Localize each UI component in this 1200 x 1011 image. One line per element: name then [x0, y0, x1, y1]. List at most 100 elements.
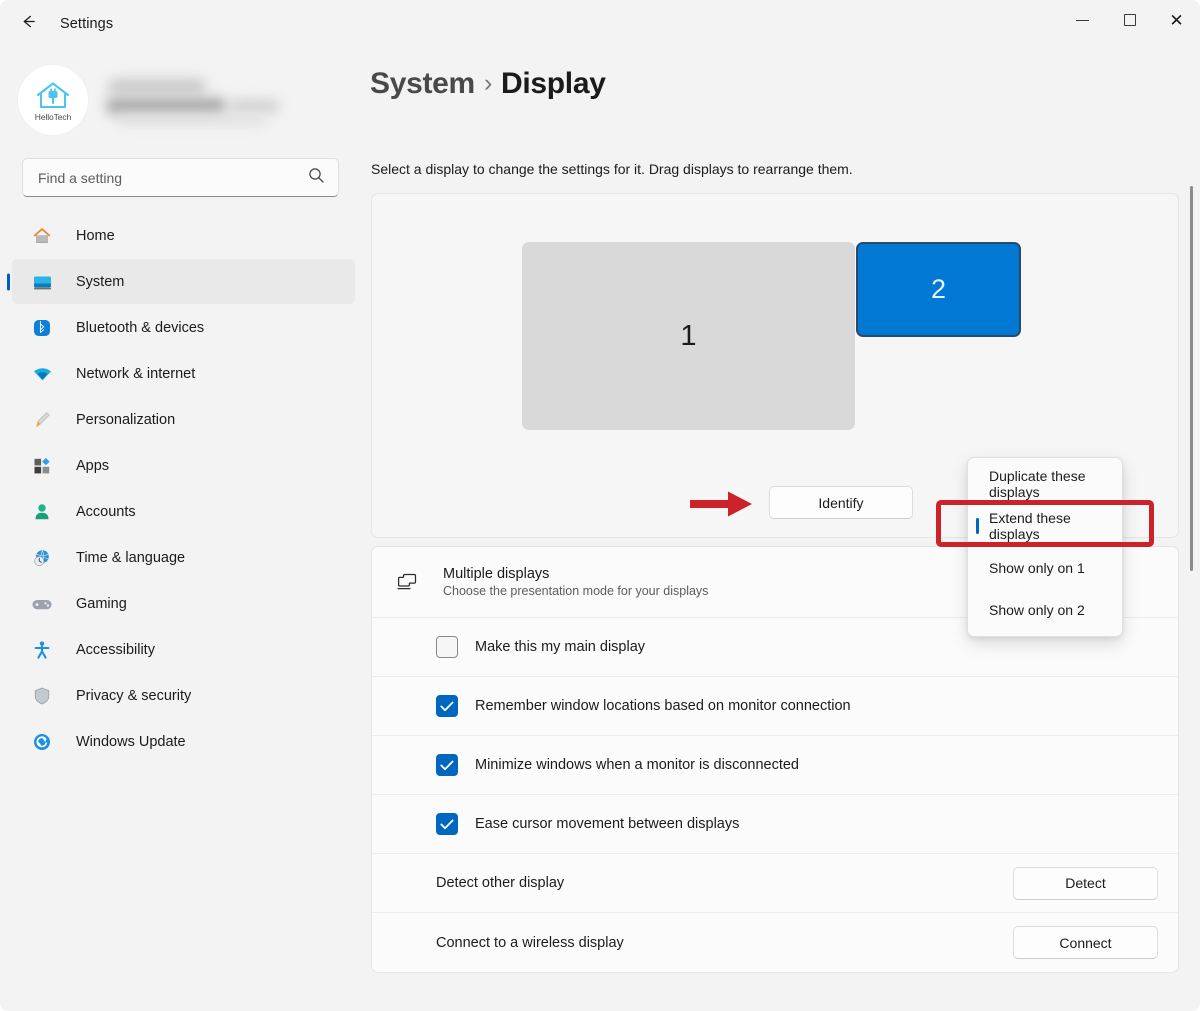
settings-window: Settings ✕	[0, 0, 1200, 1011]
detect-other-display-label: Detect other display	[436, 875, 1013, 891]
window-title: Settings	[60, 16, 113, 32]
minimize-icon	[1076, 20, 1089, 21]
breadcrumb-parent[interactable]: System	[370, 67, 475, 100]
red-arrow-annotation	[690, 490, 756, 518]
avatar-brand-label: HelloTech	[35, 112, 71, 122]
sidebar-item-label: Accessibility	[76, 642, 155, 658]
multiple-monitors-icon	[389, 571, 427, 593]
monitor-number: 1	[680, 320, 696, 353]
sidebar-item-accessibility[interactable]: Accessibility	[12, 627, 355, 672]
dropdown-item-show-only-on-1[interactable]: Show only on 1	[968, 547, 1122, 589]
detect-other-display-row: Detect other display Detect	[372, 854, 1178, 913]
identify-button[interactable]: Identify	[769, 486, 913, 519]
accessibility-icon	[30, 639, 54, 661]
monitor-thumbnail-1[interactable]: 1	[522, 242, 855, 430]
sidebar: HelloTech	[0, 48, 360, 1011]
page-title: Display	[501, 67, 606, 100]
checkbox-row-minimize-windows[interactable]: Minimize windows when a monitor is disco…	[372, 736, 1178, 795]
multiple-displays-text: Multiple displays Choose the presentatio…	[443, 566, 708, 598]
connect-wireless-display-row: Connect to a wireless display Connect	[372, 913, 1178, 972]
sidebar-item-label: Apps	[76, 458, 109, 474]
dropdown-item-label: Duplicate these displays	[989, 468, 1122, 500]
search-input[interactable]	[38, 170, 308, 186]
sidebar-item-apps[interactable]: Apps	[12, 443, 355, 488]
sidebar-item-bluetooth-devices[interactable]: Bluetooth & devices	[12, 305, 355, 350]
back-arrow-icon	[19, 12, 38, 36]
home-icon	[30, 225, 54, 247]
sidebar-item-label: Time & language	[76, 550, 185, 566]
checkbox-ease-cursor-movement[interactable]	[436, 813, 458, 835]
presentation-mode-dropdown[interactable]: Duplicate these displays Extend these di…	[967, 457, 1123, 637]
sidebar-item-network-internet[interactable]: Network & internet	[12, 351, 355, 396]
dropdown-item-duplicate[interactable]: Duplicate these displays	[968, 463, 1122, 505]
sidebar-item-privacy-security[interactable]: Privacy & security	[12, 673, 355, 718]
checkmark-icon	[440, 819, 454, 830]
multiple-displays-title: Multiple displays	[443, 566, 708, 582]
paintbrush-icon	[30, 409, 54, 431]
main-scrollbar[interactable]	[1187, 176, 1197, 1004]
connect-wireless-display-label: Connect to a wireless display	[436, 935, 1013, 951]
window-controls: ✕	[1059, 0, 1200, 48]
sidebar-item-windows-update[interactable]: Windows Update	[12, 719, 355, 764]
gamepad-icon	[30, 593, 54, 615]
dropdown-item-show-only-on-2[interactable]: Show only on 2	[968, 589, 1122, 631]
multiple-displays-subtitle: Choose the presentation mode for your di…	[443, 584, 708, 598]
dropdown-item-label: Show only on 1	[989, 560, 1085, 576]
checkbox-label: Ease cursor movement between displays	[475, 816, 739, 832]
account-name-redacted	[106, 77, 281, 123]
sidebar-item-label: Accounts	[76, 504, 136, 520]
sidebar-item-system[interactable]: System	[12, 259, 355, 304]
minimize-button[interactable]	[1059, 0, 1106, 40]
checkbox-label: Remember window locations based on monit…	[475, 698, 851, 714]
connect-button[interactable]: Connect	[1013, 926, 1158, 959]
checkbox-row-remember-window-locations[interactable]: Remember window locations based on monit…	[372, 677, 1178, 736]
checkbox-remember-window-locations[interactable]	[436, 695, 458, 717]
breadcrumb: System › Display	[370, 67, 1200, 101]
avatar: HelloTech	[18, 65, 88, 135]
search-box[interactable]	[22, 158, 339, 197]
display-hint-text: Select a display to change the settings …	[371, 161, 1200, 177]
checkbox-label: Make this my main display	[475, 639, 645, 655]
checkbox-minimize-windows[interactable]	[436, 754, 458, 776]
detect-button[interactable]: Detect	[1013, 867, 1158, 900]
checkmark-icon	[440, 701, 454, 712]
sidebar-item-accounts[interactable]: Accounts	[12, 489, 355, 534]
monitor-icon	[30, 271, 54, 293]
account-section[interactable]: HelloTech	[18, 64, 360, 136]
checkmark-icon	[440, 760, 454, 771]
sidebar-item-label: Windows Update	[76, 734, 186, 750]
monitor-number: 2	[931, 274, 946, 305]
update-refresh-icon	[30, 731, 54, 753]
sidebar-item-label: Network & internet	[76, 366, 195, 382]
sidebar-item-label: System	[76, 274, 124, 290]
dropdown-item-label: Show only on 2	[989, 602, 1085, 618]
sidebar-item-personalization[interactable]: Personalization	[12, 397, 355, 442]
sidebar-item-label: Personalization	[76, 412, 175, 428]
close-icon: ✕	[1169, 12, 1183, 29]
checkbox-label: Minimize windows when a monitor is disco…	[475, 757, 799, 773]
dropdown-item-extend[interactable]: Extend these displays	[968, 505, 1122, 547]
wifi-icon	[30, 363, 54, 385]
sidebar-nav: Home System	[0, 213, 360, 764]
search-icon	[308, 167, 325, 189]
sidebar-item-label: Privacy & security	[76, 688, 191, 704]
maximize-icon	[1124, 14, 1136, 26]
title-bar: Settings ✕	[0, 0, 1200, 48]
dropdown-item-label: Extend these displays	[989, 510, 1122, 542]
apps-grid-icon	[30, 455, 54, 477]
maximize-button[interactable]	[1106, 0, 1153, 40]
breadcrumb-separator-icon: ›	[484, 69, 492, 97]
monitor-thumbnail-2[interactable]: 2	[856, 242, 1021, 337]
house-plug-logo-icon	[33, 78, 73, 111]
sidebar-item-time-language[interactable]: Time & language	[12, 535, 355, 580]
sidebar-item-label: Home	[76, 228, 115, 244]
close-button[interactable]: ✕	[1153, 0, 1200, 40]
checkbox-row-ease-cursor-movement[interactable]: Ease cursor movement between displays	[372, 795, 1178, 854]
person-icon	[30, 501, 54, 523]
sidebar-item-gaming[interactable]: Gaming	[12, 581, 355, 626]
scrollbar-thumb[interactable]	[1190, 186, 1193, 571]
back-button[interactable]	[10, 6, 46, 42]
sidebar-item-home[interactable]: Home	[12, 213, 355, 258]
sidebar-item-label: Gaming	[76, 596, 127, 612]
checkbox-main-display[interactable]	[436, 636, 458, 658]
